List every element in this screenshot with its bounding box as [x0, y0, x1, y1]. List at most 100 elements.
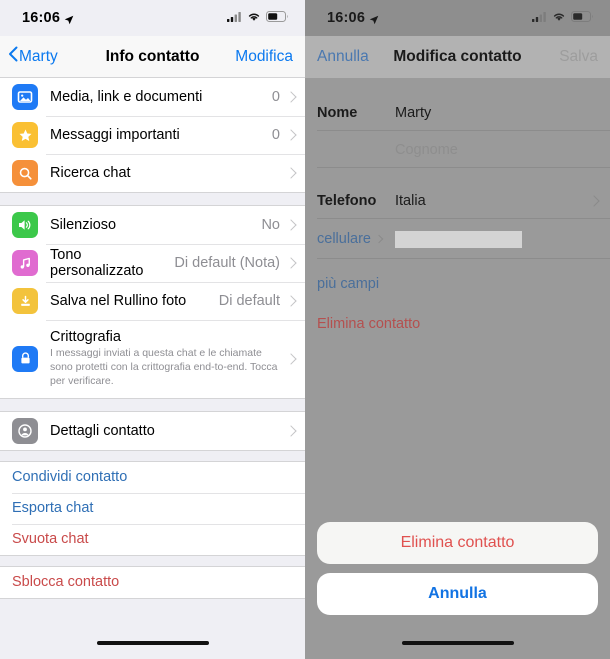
- back-button[interactable]: Marty: [8, 46, 58, 67]
- status-bar-left-group: 16:06: [327, 10, 379, 26]
- save-button[interactable]: Salva: [559, 48, 598, 66]
- action-label: Esporta chat: [12, 500, 94, 517]
- left-phone-screen: 16:06 Marty Info contatto Modifica Media…: [0, 0, 305, 659]
- location-arrow-icon: [64, 13, 74, 25]
- row-silenzioso[interactable]: Silenzioso No: [0, 206, 305, 244]
- chevron-right-icon: [285, 353, 297, 365]
- action-sblocca-contatto[interactable]: Sblocca contatto: [0, 566, 305, 598]
- field-value: Italia: [395, 192, 426, 209]
- encryption-title: Crittografia: [50, 329, 121, 345]
- wifi-icon: [552, 10, 566, 26]
- status-bar-time: 16:06: [327, 10, 366, 26]
- star-icon: [12, 122, 38, 148]
- chevron-left-icon: [8, 46, 18, 67]
- right-navbar: Annulla Modifica contatto Salva: [305, 36, 610, 78]
- chat-actions-group: Condividi contatto Esporta chat Svuota c…: [0, 460, 305, 556]
- row-value: Di default (Nota): [174, 255, 280, 271]
- delete-contact-row[interactable]: Elimina contatto: [305, 307, 610, 341]
- sheet-delete-contact-button[interactable]: Elimina contatto: [317, 522, 598, 564]
- right-phone-screen: 16:06 Annulla Modifica contatto Salva No…: [305, 0, 610, 659]
- phone-type-selector[interactable]: cellulare: [317, 231, 395, 247]
- lock-icon: [12, 345, 38, 372]
- phone-number-input[interactable]: [395, 230, 522, 248]
- chevron-right-icon: [285, 295, 297, 307]
- home-indicator[interactable]: [401, 641, 514, 645]
- action-svuota-chat[interactable]: Svuota chat: [0, 523, 305, 555]
- row-tono-personalizzato[interactable]: Tono personalizzato Di default (Nota): [0, 244, 305, 282]
- music-note-icon: [12, 250, 38, 276]
- chevron-right-icon: [285, 257, 297, 269]
- status-bar-right-group: [227, 10, 289, 26]
- field-label: Telefono: [317, 192, 377, 209]
- row-value: Di default: [218, 293, 280, 309]
- battery-icon: [266, 10, 289, 26]
- action-esporta-chat[interactable]: Esporta chat: [0, 492, 305, 524]
- section-gap: [0, 398, 305, 411]
- sheet-cancel-button[interactable]: Annulla: [317, 573, 598, 615]
- field-cognome[interactable]: Cognome: [305, 131, 610, 168]
- encryption-text: Crittografia I messaggi inviati a questa…: [50, 329, 287, 389]
- more-fields-label: più campi: [317, 276, 380, 292]
- status-bar-right: 16:06: [305, 0, 610, 36]
- edit-button[interactable]: Modifica: [235, 48, 293, 66]
- row-media-link-documenti[interactable]: Media, link e documenti 0: [0, 78, 305, 116]
- row-messaggi-importanti[interactable]: Messaggi importanti 0: [0, 116, 305, 154]
- chevron-right-icon: [588, 194, 600, 207]
- field-cellulare[interactable]: cellulare: [305, 219, 610, 259]
- chevron-right-icon: [285, 129, 297, 141]
- media-group: Media, link e documenti 0 Messaggi impor…: [0, 78, 305, 193]
- row-label: Silenzioso: [50, 217, 117, 233]
- status-bar-time: 16:06: [22, 10, 61, 26]
- status-bar-left: 16:06: [0, 0, 305, 36]
- row-crittografia[interactable]: Crittografia I messaggi inviati a questa…: [0, 320, 305, 398]
- home-indicator[interactable]: [96, 641, 209, 645]
- section-gap: [0, 450, 305, 461]
- phone-type-label: cellulare: [317, 231, 371, 247]
- contact-details-group: Dettagli contatto: [0, 410, 305, 451]
- more-fields-row[interactable]: più campi: [305, 267, 610, 301]
- notifications-group: Silenzioso No Tono personalizzato Di def…: [0, 205, 305, 399]
- encryption-description: I messaggi inviati a questa chat e le ch…: [50, 347, 278, 387]
- section-gap: [0, 555, 305, 566]
- cellular-bars-icon: [532, 10, 547, 26]
- cellular-bars-icon: [227, 10, 242, 26]
- row-label: Salva nel Rullino foto: [50, 293, 187, 309]
- contact-person-icon: [12, 417, 38, 444]
- chevron-right-icon: [285, 91, 297, 103]
- action-condividi-contatto[interactable]: Condividi contatto: [0, 461, 305, 493]
- speaker-icon: [12, 212, 38, 238]
- status-bar-left-group: 16:06: [22, 10, 74, 26]
- row-salva-rullino-foto[interactable]: Salva nel Rullino foto Di default: [0, 282, 305, 320]
- chevron-right-icon: [285, 167, 297, 179]
- field-telefono[interactable]: Telefono Italia: [305, 182, 610, 219]
- chevron-right-icon: [374, 234, 384, 244]
- action-label: Condividi contatto: [12, 469, 128, 486]
- row-dettagli-contatto[interactable]: Dettagli contatto: [0, 411, 305, 450]
- row-label: Media, link e documenti: [50, 89, 203, 105]
- back-button-label: Marty: [19, 47, 58, 65]
- row-value: No: [261, 217, 280, 233]
- search-icon: [12, 160, 38, 186]
- section-gap: [0, 193, 305, 205]
- row-label: Dettagli contatto: [50, 422, 155, 439]
- chevron-right-icon: [285, 219, 297, 231]
- row-value: 0: [271, 89, 280, 105]
- row-value: 0: [271, 127, 280, 143]
- status-bar-right-group: [532, 10, 594, 26]
- action-sheet: Elimina contatto Annulla: [317, 522, 598, 615]
- row-label: Messaggi importanti: [50, 127, 180, 143]
- field-nome[interactable]: Nome Marty: [305, 94, 610, 131]
- row-label: Tono personalizzato: [50, 247, 144, 279]
- row-ricerca-chat[interactable]: Ricerca chat: [0, 154, 305, 192]
- edit-contact-form: Nome Marty Cognome Telefono Italia cellu…: [305, 78, 610, 341]
- field-value[interactable]: Marty: [395, 105, 598, 121]
- wifi-icon: [247, 10, 261, 26]
- chevron-right-icon: [285, 424, 297, 437]
- field-placeholder[interactable]: Cognome: [395, 142, 598, 158]
- battery-icon: [571, 10, 594, 26]
- location-arrow-icon: [369, 13, 379, 25]
- left-navbar: Marty Info contatto Modifica: [0, 36, 305, 78]
- dual-phone-screenshot: 16:06 Marty Info contatto Modifica Media…: [0, 0, 610, 659]
- row-label: Ricerca chat: [50, 165, 131, 181]
- action-label: Sblocca contatto: [12, 574, 120, 591]
